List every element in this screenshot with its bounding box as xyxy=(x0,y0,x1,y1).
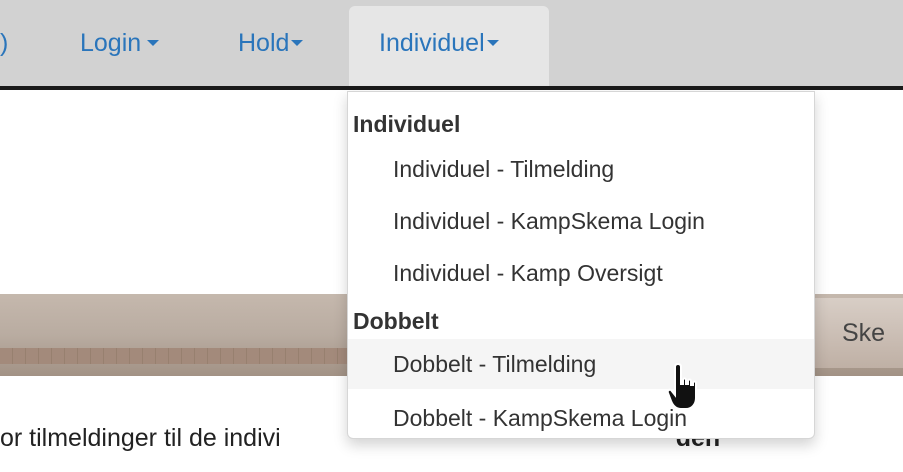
menu-item-individuel-tilmelding[interactable]: Individuel - Tilmelding xyxy=(348,144,814,194)
menu-item-dobbelt-kampskema-login[interactable]: Dobbelt - KampSkema Login xyxy=(348,393,814,443)
caret-down-icon xyxy=(147,39,160,46)
nav-item-hold-label: Hold xyxy=(238,29,290,57)
menu-item-individuel-kampskema-login[interactable]: Individuel - KampSkema Login xyxy=(348,196,814,246)
dropdown-header-dobbelt: Dobbelt xyxy=(353,308,439,334)
individuel-dropdown-menu: Individuel Individuel - Tilmelding Indiv… xyxy=(347,91,815,439)
nav-item-login-label: Login xyxy=(80,29,142,57)
navbar-divider xyxy=(0,86,903,90)
nav-item-individuel-label: Individuel xyxy=(379,29,485,57)
caret-down-icon xyxy=(486,39,499,46)
menu-item-dobbelt-tilmelding[interactable]: Dobbelt - Tilmelding xyxy=(348,339,814,389)
schedule-button-label: Ske xyxy=(842,319,886,347)
hand-pointer-cursor-icon xyxy=(666,362,697,410)
dropdown-header-individuel: Individuel xyxy=(353,111,461,137)
nav-item-login[interactable]: Login xyxy=(80,0,160,86)
nav-item-individuel[interactable]: Individuel xyxy=(349,6,549,86)
intro-text-start: or tilmeldinger til de indivi xyxy=(0,424,281,452)
decorative-strip xyxy=(0,348,355,364)
menu-item-individuel-kamp-oversigt[interactable]: Individuel - Kamp Oversigt xyxy=(348,248,814,298)
caret-down-icon xyxy=(291,39,304,46)
top-navbar: ) Login Hold Individuel xyxy=(0,0,903,86)
nav-item-hold[interactable]: Hold xyxy=(238,0,304,86)
nav-item-partial[interactable]: ) xyxy=(0,0,8,86)
schedule-button[interactable]: Ske xyxy=(812,298,903,368)
